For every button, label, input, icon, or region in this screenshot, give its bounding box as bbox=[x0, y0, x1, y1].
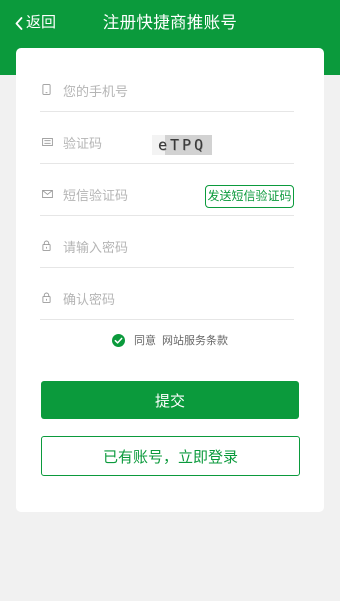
phone-input[interactable] bbox=[63, 82, 294, 102]
lock-icon bbox=[40, 290, 63, 310]
lock-icon bbox=[40, 238, 63, 258]
mail-icon bbox=[40, 186, 63, 206]
send-sms-code-button[interactable]: 发送短信验证码 bbox=[205, 185, 294, 208]
page-title: 注册快捷商推账号 bbox=[102, 14, 238, 32]
sms-code-input[interactable] bbox=[63, 186, 152, 206]
confirm-password-row bbox=[40, 268, 294, 320]
agreement-prefix: 同意 bbox=[134, 335, 156, 347]
sms-code-row: 发送短信验证码 bbox=[40, 164, 294, 216]
submit-button[interactable]: 提交 bbox=[41, 381, 299, 419]
header-bar: 返回 注册快捷商推账号 bbox=[0, 0, 340, 48]
terms-link[interactable]: 网站服务条款 bbox=[162, 332, 228, 348]
register-card: eTPQ 发送短信验证码 同意 网站服务条款 提交 bbox=[16, 48, 324, 512]
login-button[interactable]: 已有账号，立即登录 bbox=[41, 436, 300, 476]
password-input[interactable] bbox=[63, 238, 294, 258]
register-form: eTPQ 发送短信验证码 bbox=[40, 60, 294, 320]
check-circle-icon[interactable] bbox=[112, 333, 125, 347]
agreement-row: 同意 网站服务条款 bbox=[16, 332, 324, 348]
captcha-row: eTPQ bbox=[40, 112, 294, 164]
id-card-icon bbox=[40, 134, 63, 154]
password-row bbox=[40, 216, 294, 268]
captcha-image[interactable]: eTPQ bbox=[152, 135, 212, 155]
phone-icon bbox=[40, 82, 63, 102]
phone-row bbox=[40, 60, 294, 112]
confirm-password-input[interactable] bbox=[63, 290, 294, 310]
captcha-input[interactable] bbox=[63, 134, 152, 154]
